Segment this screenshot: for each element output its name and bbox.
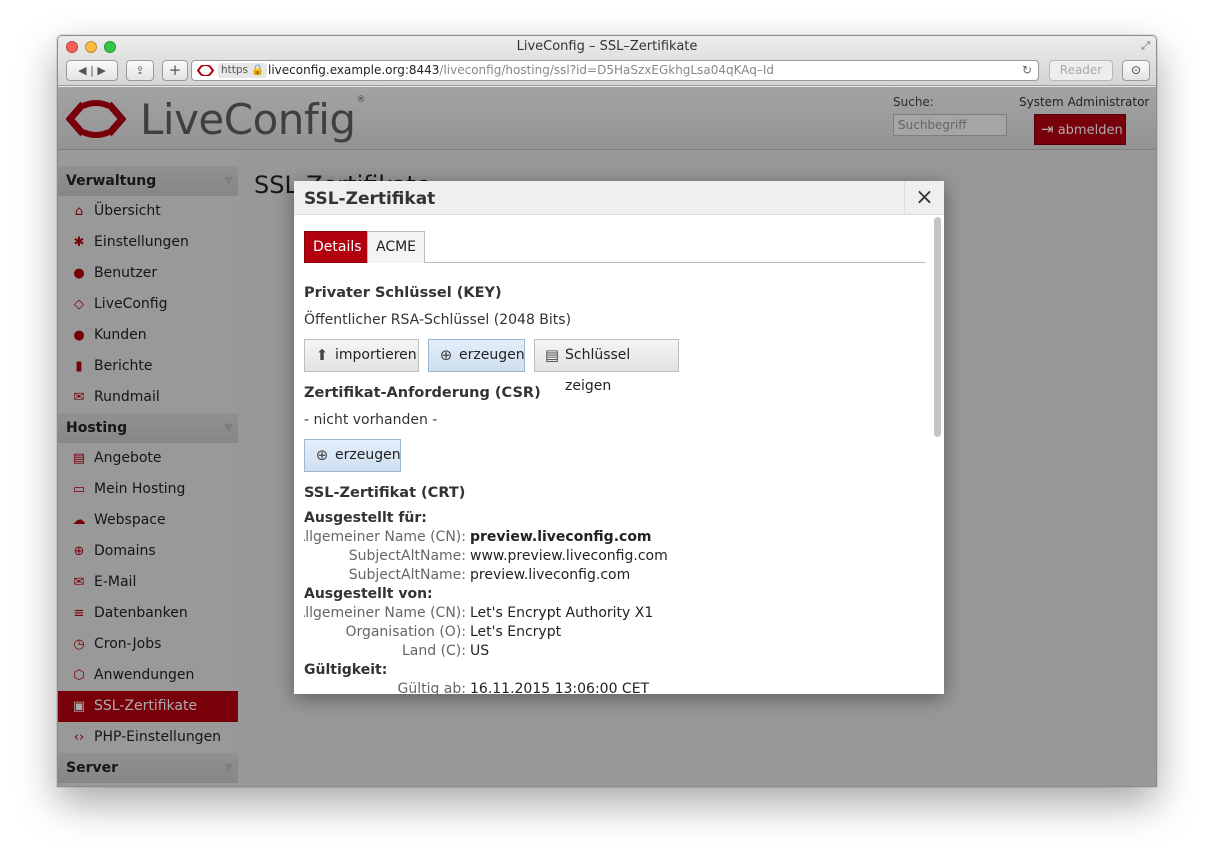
issuer-country-value: US [470,643,490,659]
lock-icon: 🔒 [251,64,265,76]
generate-csr-label: erzeugen [335,447,401,463]
title-bar: LiveConfig – SSL–Zertifikate ⤢ ◀ | ▶ ⇪ +… [58,36,1156,86]
issuer-cn-row: Allgemeiner Name (CN): Let's Encrypt Auth… [304,605,924,624]
upload-icon: ⬆ [315,346,329,364]
san-value: preview.liveconfig.com [470,567,631,583]
dialog-title: SSL-Zertifikat [304,189,436,209]
site-favicon-icon [197,65,214,76]
new-tab-button[interactable]: + [162,60,188,81]
url-scheme: https [221,64,249,76]
back-icon[interactable]: ◀ [78,64,86,77]
dialog-scrollbar[interactable] [934,217,942,692]
tab-details[interactable]: Details [304,231,371,263]
import-key-label: importieren [335,347,417,363]
csr-heading: Zertifikat-Anforderung (CSR) [304,385,541,401]
san-row-1: SubjectAltName: www.preview.liveconfig.co… [304,548,924,567]
url-path: /liveconfig/hosting/ssl?id=D5HaSzxEGkhgL… [439,63,775,77]
issuer-cn-value: Let's Encrypt Authority X1 [470,605,654,621]
plus-icon: + [168,61,182,79]
valid-from-row: Gültig ab: 16.11.2015 13:06:00 CET [304,681,924,694]
dialog-tabs: Details ACME [304,231,926,263]
tab-acme[interactable]: ACME [367,231,426,263]
ssl-certificate-dialog: SSL-Zertifikat × Details ACME Privater S… [294,181,944,694]
plus-circle-icon: ⊕ [439,346,453,364]
page-content: LiveConfig® Suche: Suchbegriff System Ad… [58,87,1156,786]
fullscreen-icon[interactable]: ⤢ [1141,39,1150,53]
validity-label: Gültigkeit: [304,662,388,678]
share-icon: ⇪ [135,64,145,77]
csr-description: - nicht vorhanden - [304,412,438,428]
issuer-country-label: Land (C): [401,643,466,659]
generate-csr-button[interactable]: ⊕ erzeugen [304,439,401,472]
crt-heading: SSL-Zertifikat (CRT) [304,485,466,501]
plus-circle-icon: ⊕ [315,446,329,464]
forward-icon[interactable]: ▶ [97,64,105,77]
issued-by-label: Ausgestellt von: [304,586,433,602]
downloads-button[interactable]: ⊙ [1122,60,1150,81]
issuer-cn-label: Allgemeiner Name (CN): [304,605,466,621]
import-key-button[interactable]: ⬆ importieren [304,339,419,372]
reader-button[interactable]: Reader [1049,60,1113,81]
issuer-country-row: Land (C): US [304,643,924,662]
san-value: www.preview.liveconfig.com [470,548,668,564]
document-icon: ▤ [544,346,560,364]
url-text[interactable]: liveconfig.example.org:8443/liveconfig/h… [268,61,774,80]
dialog-header: SSL-Zertifikat × [294,181,944,215]
key-heading: Privater Schlüssel (KEY) [304,285,502,301]
valid-from-label: Gültig ab: [397,681,466,694]
show-key-button[interactable]: ▤ Schlüssel zeigen [534,339,679,394]
show-key-label: Schlüssel zeigen [565,347,631,394]
scrollbar-thumb[interactable] [934,217,941,437]
issuer-org-value: Let's Encrypt [470,624,562,640]
close-icon[interactable]: × [904,181,944,215]
valid-from-value: 16.11.2015 13:06:00 CET [470,681,650,694]
issuer-org-row: Organisation (O): Let's Encrypt [304,624,924,643]
address-bar[interactable]: https 🔒 liveconfig.example.org:8443/live… [191,60,1039,81]
key-description: Öffentlicher RSA-Schlüssel (2048 Bits) [304,312,572,328]
download-icon: ⊙ [1130,63,1142,77]
subject-cn-label: Allgemeiner Name (CN): [304,529,466,545]
issued-to-label: Ausgestellt für: [304,510,427,526]
https-badge: https 🔒 [218,63,268,78]
share-button[interactable]: ⇪ [126,60,154,81]
san-label: SubjectAltName: [348,548,466,564]
subject-cn-row: Allgemeiner Name (CN): preview.liveconfig… [304,529,924,548]
window-title: LiveConfig – SSL–Zertifikate [516,39,698,54]
browser-window: LiveConfig – SSL–Zertifikate ⤢ ◀ | ▶ ⇪ +… [57,35,1157,787]
issuer-org-label: Organisation (O): [345,624,466,640]
san-label: SubjectAltName: [348,567,466,583]
generate-key-label: erzeugen [459,347,525,363]
subject-cn-value: preview.liveconfig.com [470,529,652,545]
back-forward-buttons[interactable]: ◀ | ▶ [66,60,118,81]
generate-key-button[interactable]: ⊕ erzeugen [428,339,525,372]
dialog-body: Details ACME Privater Schlüssel (KEY) Öf… [304,229,926,694]
url-host: liveconfig.example.org:8443 [268,63,440,77]
san-row-2: SubjectAltName: preview.liveconfig.com [304,567,924,586]
reload-icon[interactable]: ↻ [1022,61,1032,80]
